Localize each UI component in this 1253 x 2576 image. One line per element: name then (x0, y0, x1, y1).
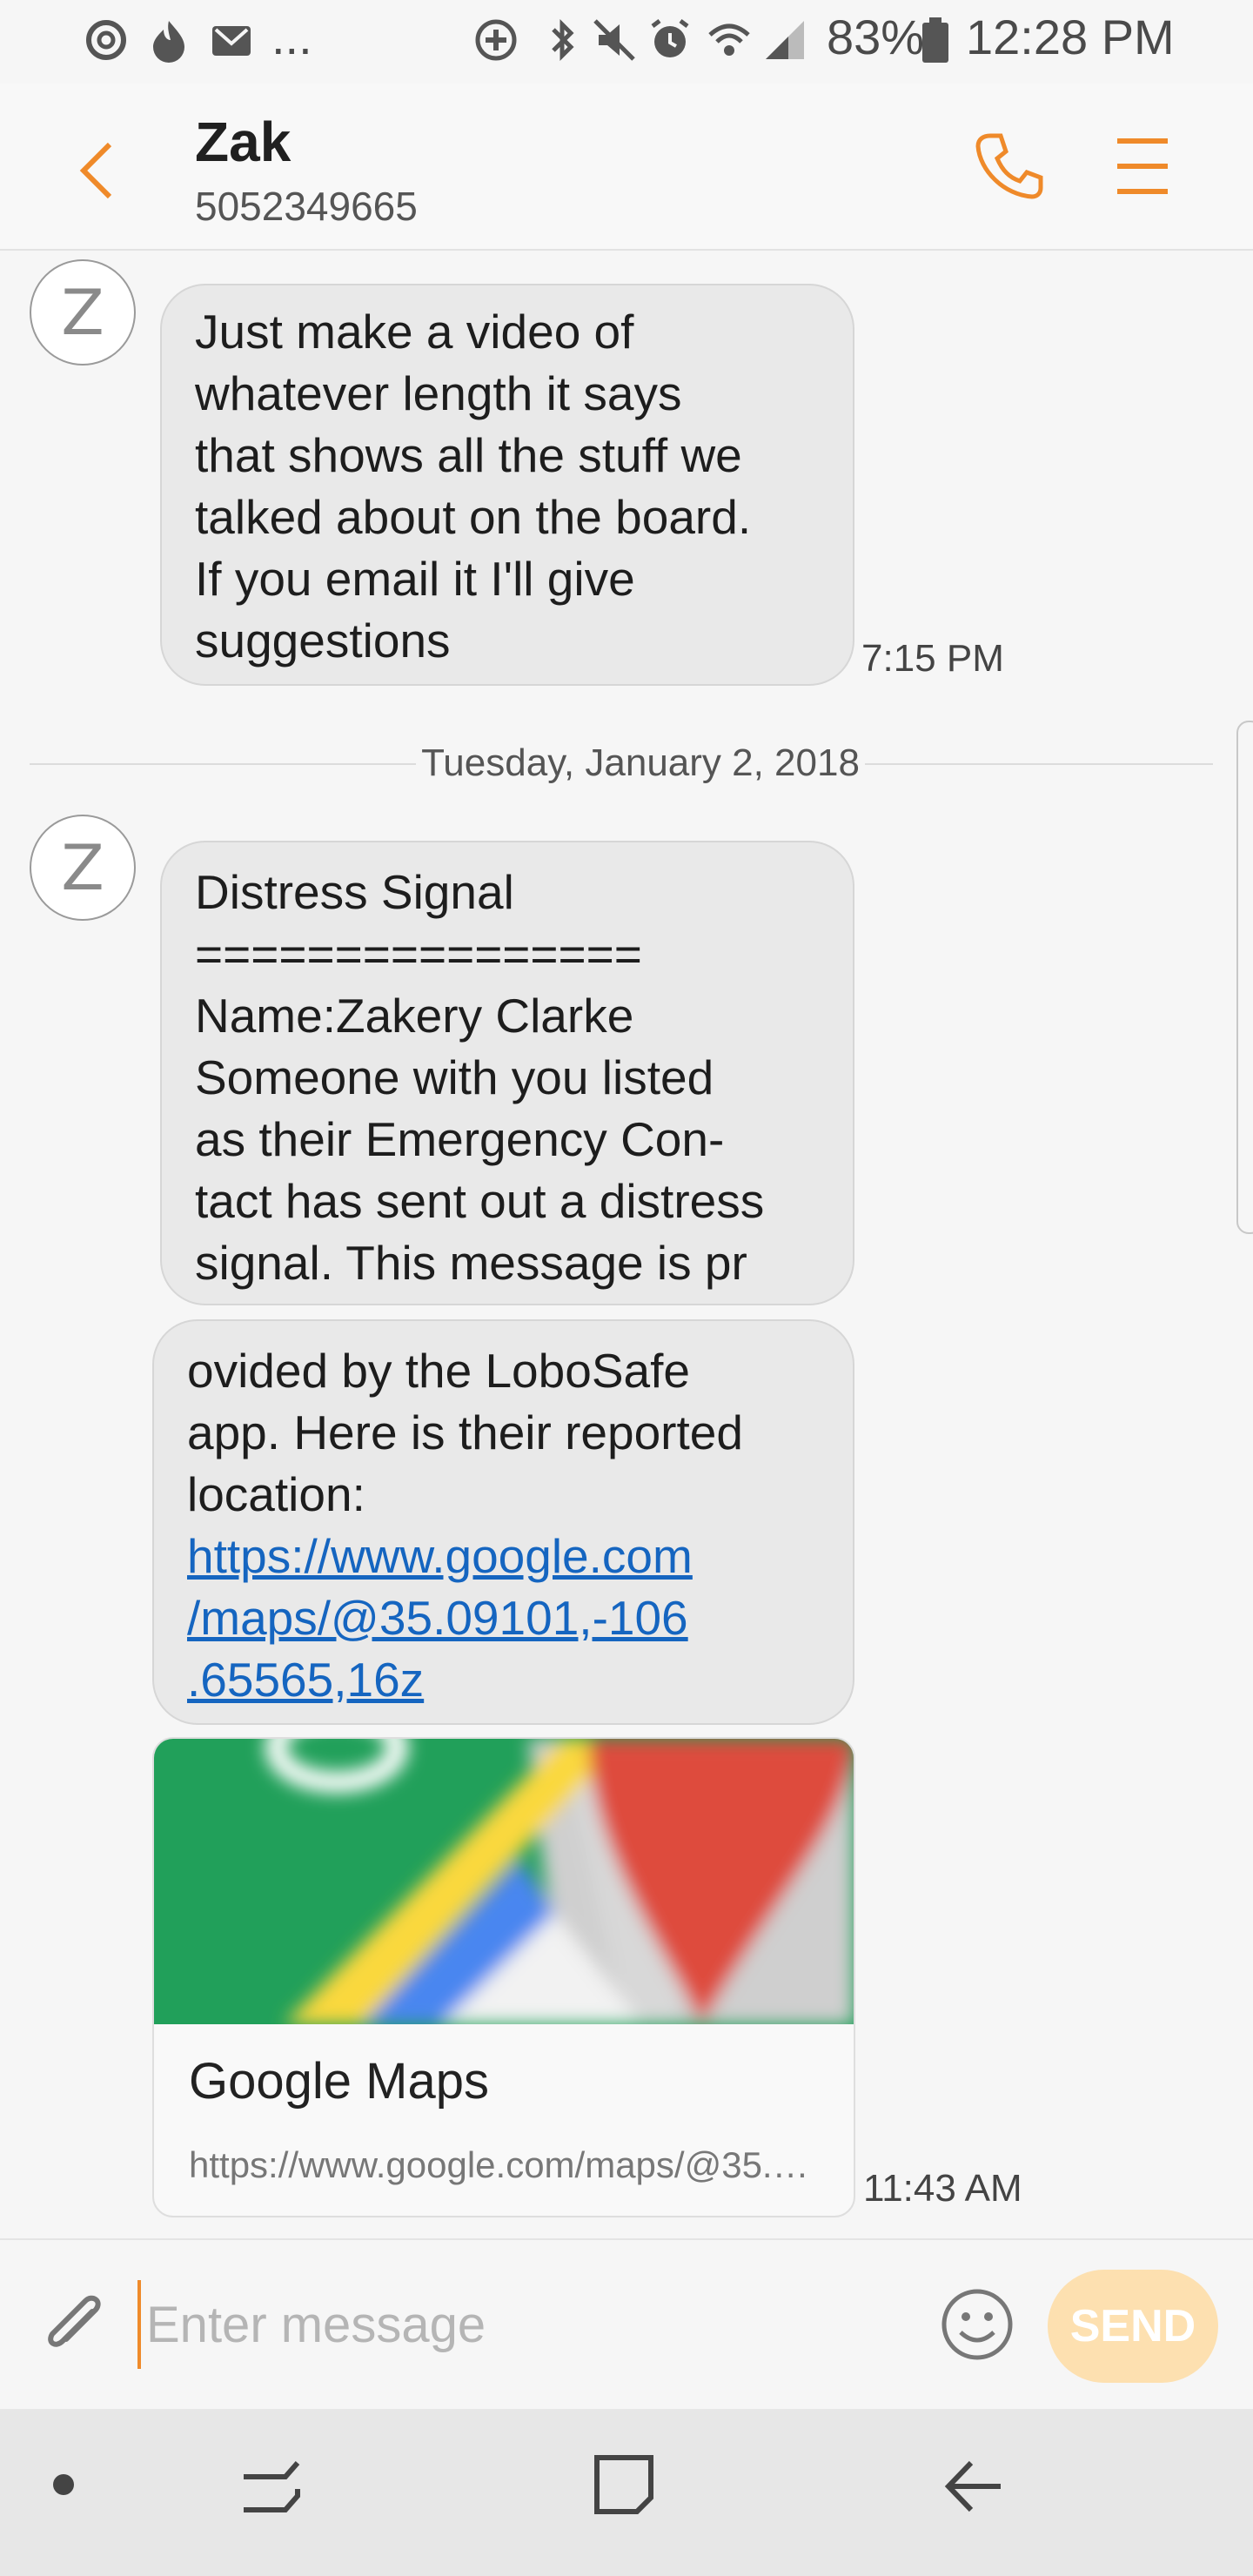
mail-icon (212, 26, 251, 56)
message-line: tact has sent out a distress (195, 1174, 765, 1228)
recents-icon[interactable] (240, 2456, 305, 2517)
maps-link[interactable]: /maps/@35.09101,-106 (187, 1587, 820, 1649)
alarm-icon (651, 19, 689, 57)
date-divider: Tuesday, January 2, 2018 (421, 741, 860, 784)
wifi-icon (708, 23, 750, 56)
message-line: Just make a video of (195, 305, 634, 359)
phone-icon[interactable] (975, 131, 1044, 200)
link-preview-card[interactable]: Google Maps https://www.google.com/maps/… (152, 1737, 855, 2217)
conversation-header: Zak 5052349665 (0, 84, 1253, 251)
message-line: suggestions (195, 614, 451, 667)
avatar[interactable]: Z (30, 815, 136, 921)
status-bar: ... 83% 12:28 PM (0, 0, 1253, 84)
home-icon[interactable] (592, 2452, 656, 2517)
message-line: whatever length it says (195, 366, 682, 420)
nav-back-icon[interactable] (941, 2456, 1004, 2517)
maps-link[interactable]: https://www.google.com (187, 1526, 820, 1587)
message-line: signal. This message is pr (195, 1236, 747, 1290)
divider (30, 763, 416, 765)
bluetooth-icon (552, 18, 574, 62)
avatar[interactable]: Z (30, 259, 136, 366)
message-line: location: (187, 1467, 365, 1521)
contact-number: 5052349665 (195, 184, 418, 229)
message-input[interactable] (137, 2280, 931, 2369)
attach-icon[interactable] (38, 2285, 111, 2365)
status-time: 12:28 PM (966, 10, 1175, 64)
message-line: app. Here is their reported (187, 1405, 743, 1459)
message-timestamp: 7:15 PM (861, 637, 1004, 680)
back-icon[interactable] (70, 138, 122, 204)
message-bubble-2a[interactable]: Distress Signal ================ Name:Za… (160, 841, 854, 1305)
send-button[interactable]: SEND (1048, 2270, 1218, 2383)
signal-icon (766, 21, 804, 59)
mute-icon (593, 19, 635, 61)
message-line: talked about on the board. (195, 490, 752, 544)
message-line: as their Emergency Con- (195, 1112, 725, 1166)
scrollbar[interactable] (1236, 721, 1253, 1234)
contact-name: Zak (195, 111, 291, 173)
message-line: If you email it I'll give (195, 552, 635, 606)
message-line: that shows all the stuff we (195, 428, 742, 482)
battery-percent: 83% (827, 10, 925, 64)
menu-icon[interactable] (1114, 136, 1171, 197)
battery-icon (922, 17, 948, 63)
message-timestamp: 11:43 AM (863, 2167, 1022, 2210)
message-line: ================ (195, 927, 642, 981)
google-maps-logo-image (154, 1739, 854, 2024)
message-line: ovided by the LoboSafe (187, 1344, 690, 1398)
divider (865, 763, 1213, 765)
message-line: Distress Signal (195, 865, 514, 919)
sync-icon (86, 20, 126, 60)
message-line: Someone with you listed (195, 1050, 714, 1104)
add-circle-icon (475, 19, 517, 61)
message-bubble-1[interactable]: Just make a video of whatever length it … (160, 284, 854, 686)
message-line: Name:Zakery Clarke (195, 989, 634, 1043)
navigation-bar (0, 2409, 1253, 2576)
preview-title: Google Maps (189, 2053, 489, 2110)
preview-url: https://www.google.com/maps/@35.09101,-1… (189, 2144, 815, 2185)
message-bubble-2b[interactable]: ovided by the LoboSafe app. Here is thei… (152, 1319, 854, 1725)
status-overflow-dots: ... (271, 10, 312, 64)
message-composer: SEND (0, 2238, 1253, 2411)
flame-icon (153, 21, 184, 63)
dot-icon[interactable] (50, 2472, 77, 2498)
maps-link[interactable]: .65565,16z (187, 1649, 820, 1711)
emoji-icon[interactable] (938, 2285, 1016, 2364)
